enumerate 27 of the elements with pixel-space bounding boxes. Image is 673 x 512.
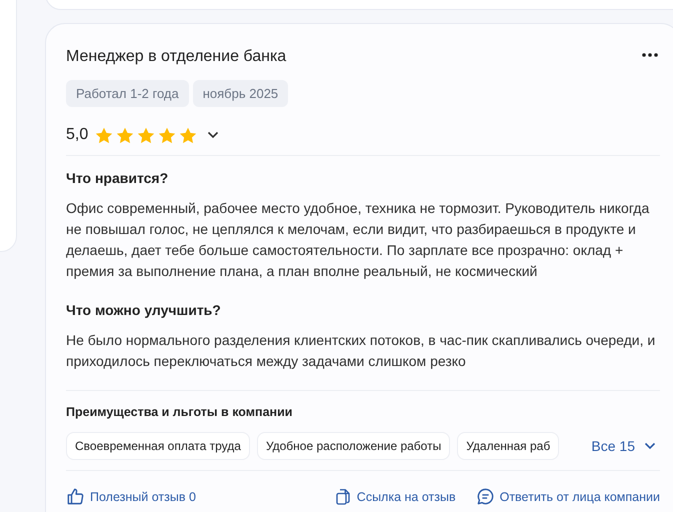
benefit-chip: Удаленная раб xyxy=(457,432,560,460)
action-link[interactable]: Ссылка на отзыв xyxy=(334,487,456,506)
review-title: Менеджер в отделение банка xyxy=(66,47,286,67)
more-icon[interactable] xyxy=(642,53,658,57)
star-icon xyxy=(158,126,176,144)
chevron-down-icon xyxy=(644,442,656,450)
review-text: Офис современный, рабочее место удобное, техника не тормозит. Руководитель никогда не повышал голос, не цеплялся к мелочам, если видит, что разбираешься в продукте и делаешь, дает тебе больше самостоятельности. По зарплате все прозрачно: оклад + премия за выполнение плана, а план вполне реальный, не космический xyxy=(66,199,650,281)
tag: Работал 1-2 года xyxy=(66,80,189,107)
tag: ноябрь 2025 xyxy=(192,80,288,107)
rating-value: 5,0 xyxy=(66,126,88,144)
chat-icon xyxy=(476,487,495,506)
section-heading: Что можно улучшить? xyxy=(66,301,222,320)
action-link[interactable]: Ответить от лица компании xyxy=(476,487,660,506)
benefits-heading: Преимущества и льготы в компании xyxy=(66,405,294,419)
chevron-down-icon[interactable] xyxy=(207,131,220,139)
section-heading: Что нравится? xyxy=(66,169,170,188)
star-icon xyxy=(116,126,134,144)
star-icon xyxy=(137,126,156,144)
star-icon xyxy=(95,126,114,144)
star-icon xyxy=(179,126,198,144)
copy-icon xyxy=(334,487,352,506)
thumbs-up-icon xyxy=(66,487,85,506)
benefit-chip: Удобное расположение работы xyxy=(256,432,450,460)
show-all-button[interactable]: Все 15 xyxy=(591,438,660,454)
action-link[interactable]: Полезный отзыв 0 xyxy=(66,487,196,506)
benefit-chip: Своевременная оплата труда xyxy=(66,432,250,460)
review-text: Не было нормального разделения клиентских потоков, в час-пик скапливались очереди, и приходилось переключаться между задачами слишком резко xyxy=(66,331,656,371)
